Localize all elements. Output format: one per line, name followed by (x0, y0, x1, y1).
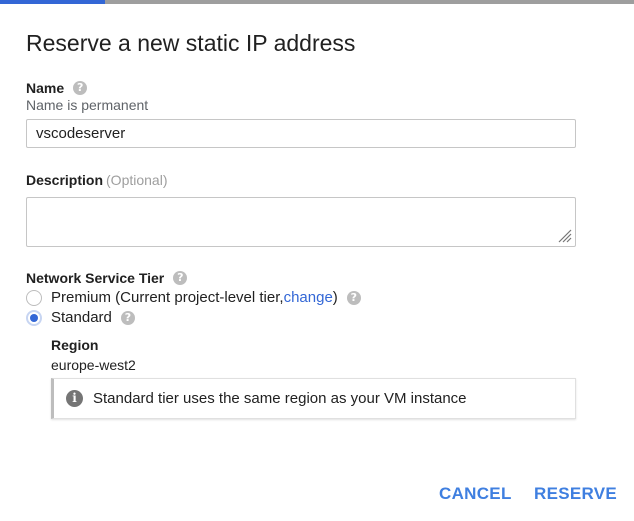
tier-label: Network Service Tier ? (26, 270, 188, 286)
region-label-text: Region (51, 337, 99, 353)
info-box: i Standard tier uses the same region as … (51, 378, 576, 419)
resize-handle-icon[interactable] (556, 227, 572, 243)
name-input[interactable] (26, 119, 576, 148)
info-text: Standard tier uses the same region as yo… (93, 390, 467, 407)
reserve-button[interactable]: RESERVE (532, 480, 619, 508)
standard-label: Standard (51, 309, 112, 326)
optional-text: (Optional) (106, 172, 168, 188)
help-icon[interactable]: ? (120, 310, 135, 325)
name-permanent-note: Name is permanent (26, 97, 149, 113)
name-label: Name ? (26, 80, 88, 96)
standard-option[interactable]: Standard ? (26, 309, 135, 326)
region-value: europe-west2 (51, 357, 136, 373)
progress-fill (0, 0, 105, 4)
description-textarea[interactable] (26, 197, 576, 247)
change-link[interactable]: change (284, 289, 333, 306)
dialog-title: Reserve a new static IP address (26, 30, 356, 56)
info-icon: i (66, 390, 83, 407)
premium-radio[interactable] (26, 289, 42, 306)
help-icon[interactable]: ? (346, 290, 361, 305)
premium-label: Premium (Current project-level tier, (51, 289, 284, 306)
tier-label-text: Network Service Tier (26, 270, 165, 286)
cancel-button[interactable]: CANCEL (437, 480, 514, 508)
premium-label-suffix: ) (332, 289, 338, 306)
description-label: Description (Optional) (26, 172, 167, 188)
help-icon[interactable]: ? (73, 81, 88, 95)
description-label-text: Description (26, 172, 104, 188)
name-label-text: Name (26, 80, 65, 96)
premium-option[interactable]: Premium (Current project-level tier, cha… (26, 289, 361, 306)
help-icon[interactable]: ? (173, 271, 188, 285)
standard-radio[interactable] (26, 309, 42, 326)
progress-bar (0, 0, 634, 4)
region-label: Region (51, 337, 98, 353)
